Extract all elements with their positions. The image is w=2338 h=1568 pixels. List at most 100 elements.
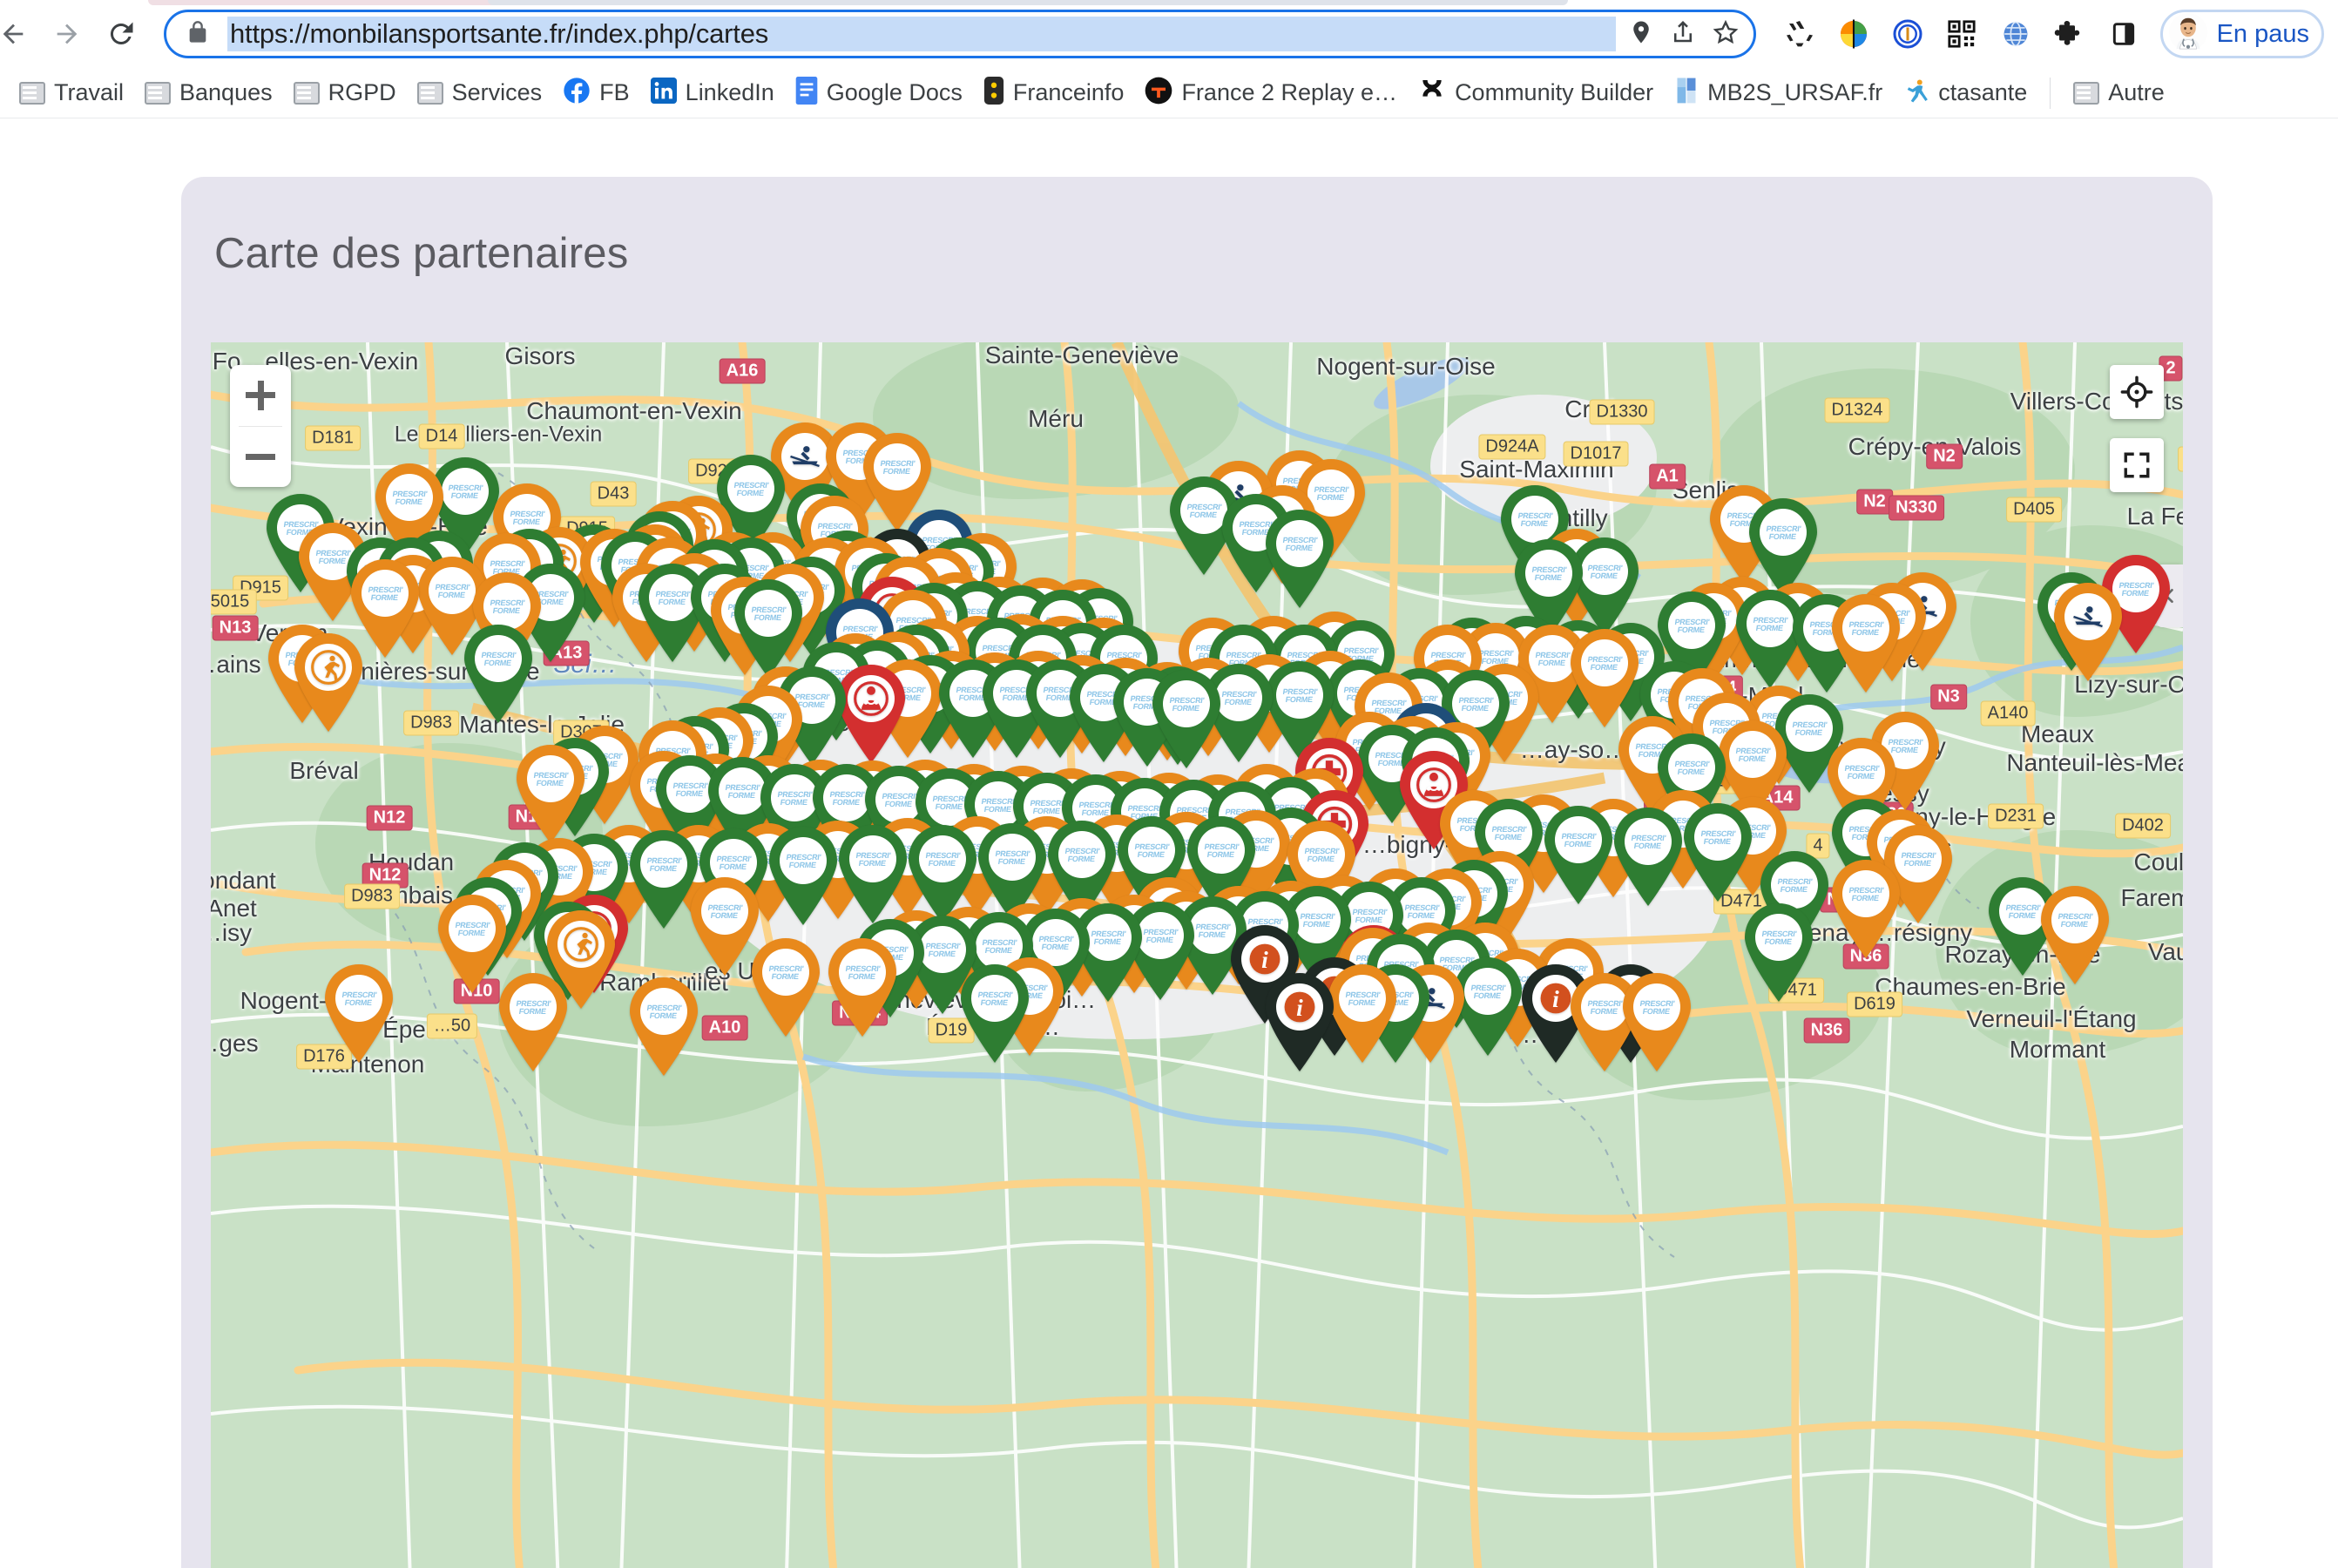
bookmark-banques[interactable]: Banques [134, 74, 283, 112]
bookmark-linkedin[interactable]: LinkedIn [640, 72, 785, 113]
road-shield: D1324 [1824, 397, 1890, 423]
bookmark-community-builder[interactable]: Community Builder [1408, 71, 1664, 114]
map-marker[interactable]: PRESCRI'FORME [1828, 593, 1903, 694]
bookmark-label: France 2 Replay e… [1181, 79, 1398, 105]
map-marker[interactable] [291, 632, 366, 733]
color-wheel-icon[interactable] [1836, 17, 1871, 51]
road-shield: D619 [1847, 991, 1902, 1017]
bookmark-label: Autre [2108, 79, 2165, 105]
road-shield: D405 [2006, 497, 2062, 523]
map-card: Carte des partenaires Fo…elles-en-Vexin … [181, 177, 2213, 1568]
zoom-controls[interactable] [230, 365, 291, 487]
map-marker[interactable]: PRESCRI'FORME [1149, 669, 1224, 770]
map-marker[interactable]: PRESCRI'FORME [321, 963, 396, 1064]
map-marker[interactable]: PRESCRI'FORME [1619, 972, 1694, 1073]
side-panel-icon[interactable] [2106, 17, 2141, 51]
map-marker[interactable]: PRESCRI'FORME [1741, 902, 1816, 1004]
map-marker[interactable]: PRESCRI'FORME [766, 826, 841, 927]
recycle-icon[interactable] [1782, 17, 1817, 51]
bookmark-label: LinkedIn [685, 79, 774, 105]
road-shield: N13 [212, 615, 259, 641]
map-marker[interactable]: PRESCRI'FORME [461, 624, 536, 725]
puzzle-icon[interactable] [2052, 17, 2087, 51]
bookmark-label: RGPD [328, 79, 396, 105]
lock-icon [186, 19, 210, 50]
folder-icon [2073, 81, 2100, 105]
browser-window: https://monbilansportsante.fr/index.php/… [0, 0, 2338, 1568]
google-docs-icon [795, 77, 818, 109]
folder-icon [293, 81, 320, 105]
map-marker[interactable]: PRESCRI'FORME [748, 937, 823, 1038]
zoom-in-button[interactable] [230, 365, 291, 426]
road-shield: A140 [1980, 700, 2036, 727]
map-marker[interactable]: PRESCRI'FORME [513, 744, 588, 845]
map-marker[interactable]: PRESCRI'FORME [1567, 628, 1642, 729]
circle-ring-icon[interactable] [1890, 17, 1925, 51]
map-marker[interactable]: PRESCRI'FORME [1541, 805, 1616, 906]
profile-chip[interactable]: En paus [2159, 10, 2324, 58]
map-marker[interactable]: PRESCRI'FORME [1828, 859, 1903, 960]
page-title: Carte des partenaires [214, 230, 629, 277]
fullscreen-icon [2124, 452, 2150, 478]
map-marker[interactable]: PRESCRI'FORME [1262, 509, 1337, 610]
fullscreen-button[interactable] [2110, 438, 2164, 492]
map-marker[interactable]: PRESCRI'FORME [731, 578, 806, 679]
france-tv-icon [1145, 77, 1172, 109]
bookmark-france2-replay[interactable]: France 2 Replay e… [1134, 71, 1408, 114]
map-marker[interactable]: PRESCRI'FORME [957, 963, 1032, 1064]
location-pin-icon[interactable] [1628, 17, 1654, 51]
map-marker[interactable]: PRESCRI'FORME [626, 977, 701, 1078]
doctor-avatar [2168, 12, 2208, 56]
bookmark-other-folder[interactable]: Autre [2063, 74, 2175, 112]
map-marker[interactable]: PRESCRI'FORME [825, 937, 900, 1038]
bookmark-google-docs[interactable]: Google Docs [785, 71, 973, 114]
geolocate-icon [2120, 375, 2153, 409]
road-shield: N2 [1926, 443, 1963, 470]
road-shield: D14 [418, 423, 465, 449]
map-marker[interactable]: i [1262, 972, 1337, 1073]
geolocate-button[interactable] [2110, 365, 2164, 419]
road-shield: A16 [719, 358, 766, 384]
bookmark-ctasante[interactable]: ctasante [1893, 71, 2037, 114]
forward-button[interactable] [42, 9, 92, 59]
ctasante-icon [1903, 77, 1929, 109]
community-builder-icon [1418, 77, 1446, 109]
bookmark-franceinfo[interactable]: Franceinfo [973, 71, 1135, 114]
map-marker[interactable] [2051, 582, 2125, 683]
road-shield: 5015 [211, 589, 257, 615]
bookmark-services[interactable]: Services [407, 74, 553, 112]
bookmark-star-icon[interactable] [1712, 18, 1740, 51]
reload-button[interactable] [96, 9, 146, 59]
bookmark-fb[interactable]: FB [552, 71, 640, 114]
mb2s-icon [1674, 76, 1699, 110]
extension-icons [1782, 17, 2141, 51]
map-container[interactable]: Fo…elles-en-Vexin Gisors Sainte-Geneviève N… [211, 342, 2183, 1568]
linkedin-icon [650, 78, 677, 108]
bookmark-rgpd[interactable]: RGPD [283, 74, 407, 112]
globe-icon[interactable] [1998, 17, 2033, 51]
map-canvas[interactable]: Fo…elles-en-Vexin Gisors Sainte-Geneviève N… [211, 342, 2183, 1568]
share-icon[interactable] [1670, 18, 1696, 51]
address-bar[interactable]: https://monbilansportsante.fr/index.php/… [164, 10, 1756, 58]
map-marker[interactable]: PRESCRI'FORME [496, 972, 571, 1073]
road-shield: N12 [366, 805, 413, 831]
road-shield: D1017 [1563, 441, 1629, 467]
zoom-out-button[interactable] [230, 427, 291, 488]
url-text: https://monbilansportsante.fr/index.php/… [227, 17, 1616, 51]
map-marker[interactable]: PRESCRI'FORME [1680, 802, 1755, 903]
bookmark-mb2s-ursaf[interactable]: MB2S_URSAF.fr [1664, 71, 1893, 115]
map-marker[interactable]: PRESCRI'FORME [2037, 885, 2112, 986]
qr-code-icon[interactable] [1944, 17, 1979, 51]
bookmarks-separator [2050, 77, 2051, 109]
folder-icon [416, 81, 443, 105]
bookmark-label: FB [599, 79, 630, 105]
road-shield: …50 [426, 1013, 478, 1039]
bookmark-label: Travail [54, 79, 125, 105]
road-shield: D231 [1988, 803, 2044, 829]
road-shield: N3 [1930, 684, 1967, 710]
road-shield: A1 [1649, 463, 1686, 490]
road-shield: D43 [590, 481, 637, 507]
bookmark-travail[interactable]: Travail [9, 74, 134, 112]
back-button[interactable] [0, 9, 38, 59]
map-marker[interactable]: PRESCRI'FORME [1611, 807, 1686, 908]
